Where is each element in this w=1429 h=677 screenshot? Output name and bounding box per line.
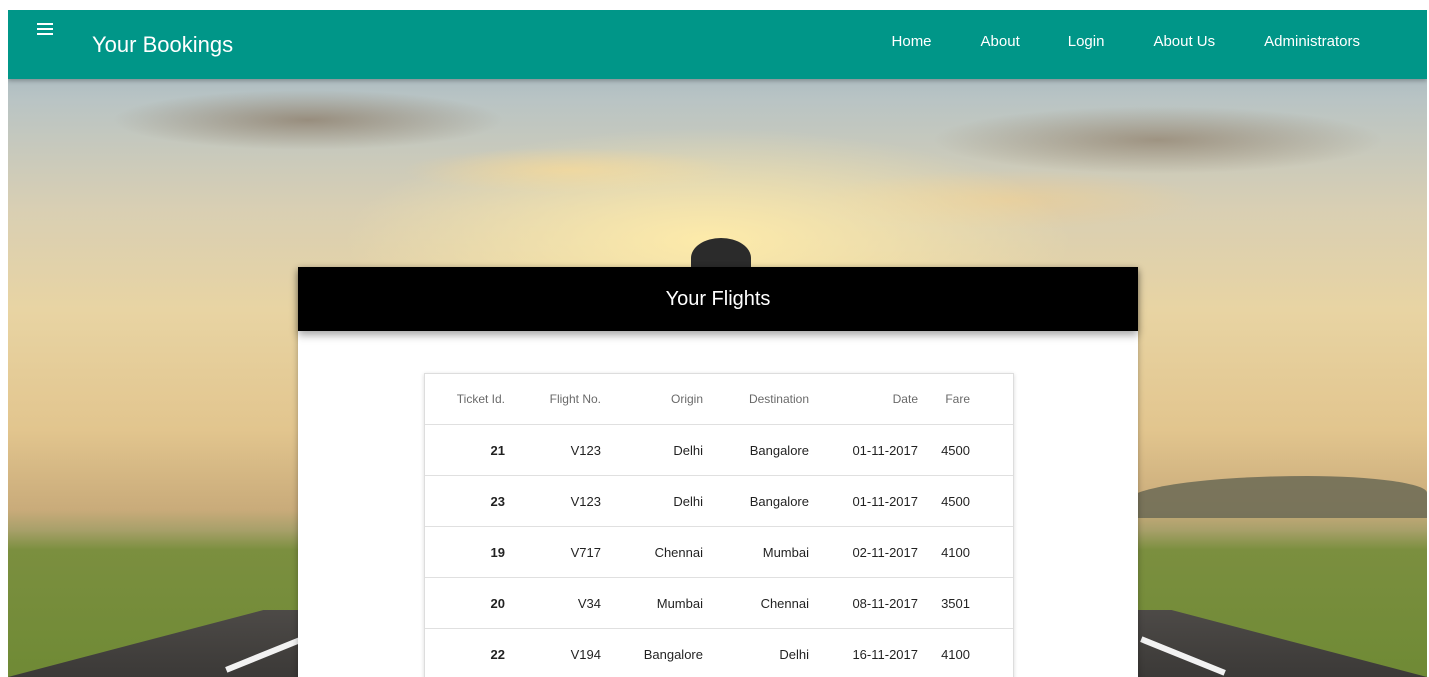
table-row: 23 V123 Delhi Bangalore 01-11-2017 4500 bbox=[425, 475, 1013, 527]
table-header-row: Ticket Id. Flight No. Origin Destination… bbox=[425, 374, 1013, 425]
top-navbar: Your Bookings Home About Login About Us … bbox=[8, 10, 1427, 79]
hamburger-menu-icon[interactable] bbox=[37, 23, 57, 39]
cell-flight-no: V123 bbox=[505, 475, 601, 527]
nav-link-administrators[interactable]: Administrators bbox=[1264, 32, 1360, 52]
nav-link-login[interactable]: Login bbox=[1068, 32, 1105, 52]
cell-flight-no: V34 bbox=[505, 577, 601, 629]
cell-destination: Delhi bbox=[703, 628, 809, 677]
nav-link-about[interactable]: About bbox=[981, 32, 1020, 52]
table-row: 20 V34 Mumbai Chennai 08-11-2017 3501 bbox=[425, 577, 1013, 629]
cell-flight-no: V717 bbox=[505, 526, 601, 578]
column-header-destination: Destination bbox=[703, 374, 809, 425]
cell-ticket-id: 20 bbox=[425, 577, 505, 629]
cell-date: 01-11-2017 bbox=[809, 475, 918, 527]
cell-fare: 3501 bbox=[918, 577, 970, 629]
table-row: 19 V717 Chennai Mumbai 02-11-2017 4100 bbox=[425, 526, 1013, 578]
cell-fare: 4100 bbox=[918, 526, 970, 578]
card-title: Your Flights bbox=[298, 267, 1138, 331]
cell-date: 02-11-2017 bbox=[809, 526, 918, 578]
cell-date: 01-11-2017 bbox=[809, 424, 918, 476]
cell-ticket-id: 22 bbox=[425, 628, 505, 677]
column-header-flight-no: Flight No. bbox=[505, 374, 601, 425]
cell-date: 08-11-2017 bbox=[809, 577, 918, 629]
cell-destination: Bangalore bbox=[703, 424, 809, 476]
nav-link-about-us[interactable]: About Us bbox=[1153, 32, 1215, 52]
flights-table-container: Ticket Id. Flight No. Origin Destination… bbox=[424, 373, 1014, 677]
nav-links: Home About Login About Us Administrators bbox=[892, 10, 1427, 79]
cell-origin: Delhi bbox=[601, 424, 703, 476]
column-header-date: Date bbox=[809, 374, 918, 425]
page-frame: Your Bookings Home About Login About Us … bbox=[8, 10, 1427, 677]
column-header-origin: Origin bbox=[601, 374, 703, 425]
cell-date: 16-11-2017 bbox=[809, 628, 918, 677]
nav-link-home[interactable]: Home bbox=[892, 32, 932, 52]
column-header-ticket-id: Ticket Id. bbox=[425, 374, 505, 425]
flights-card: Your Flights Ticket Id. Flight No. Origi… bbox=[298, 267, 1138, 677]
app-title: Your Bookings bbox=[92, 32, 234, 57]
cell-origin: Chennai bbox=[601, 526, 703, 578]
cell-flight-no: V194 bbox=[505, 628, 601, 677]
cell-fare: 4500 bbox=[918, 424, 970, 476]
flights-table: Ticket Id. Flight No. Origin Destination… bbox=[425, 374, 1013, 677]
column-header-fare: Fare bbox=[918, 374, 970, 425]
cell-ticket-id: 21 bbox=[425, 424, 505, 476]
cell-fare: 4100 bbox=[918, 628, 970, 677]
cell-origin: Delhi bbox=[601, 475, 703, 527]
cell-origin: Bangalore bbox=[601, 628, 703, 677]
cell-origin: Mumbai bbox=[601, 577, 703, 629]
cell-destination: Chennai bbox=[703, 577, 809, 629]
cell-destination: Bangalore bbox=[703, 475, 809, 527]
cell-ticket-id: 19 bbox=[425, 526, 505, 578]
cell-destination: Mumbai bbox=[703, 526, 809, 578]
cell-fare: 4500 bbox=[918, 475, 970, 527]
table-row: 21 V123 Delhi Bangalore 01-11-2017 4500 bbox=[425, 424, 1013, 476]
table-row: 22 V194 Bangalore Delhi 16-11-2017 4100 bbox=[425, 628, 1013, 677]
cell-flight-no: V123 bbox=[505, 424, 601, 476]
cell-ticket-id: 23 bbox=[425, 475, 505, 527]
